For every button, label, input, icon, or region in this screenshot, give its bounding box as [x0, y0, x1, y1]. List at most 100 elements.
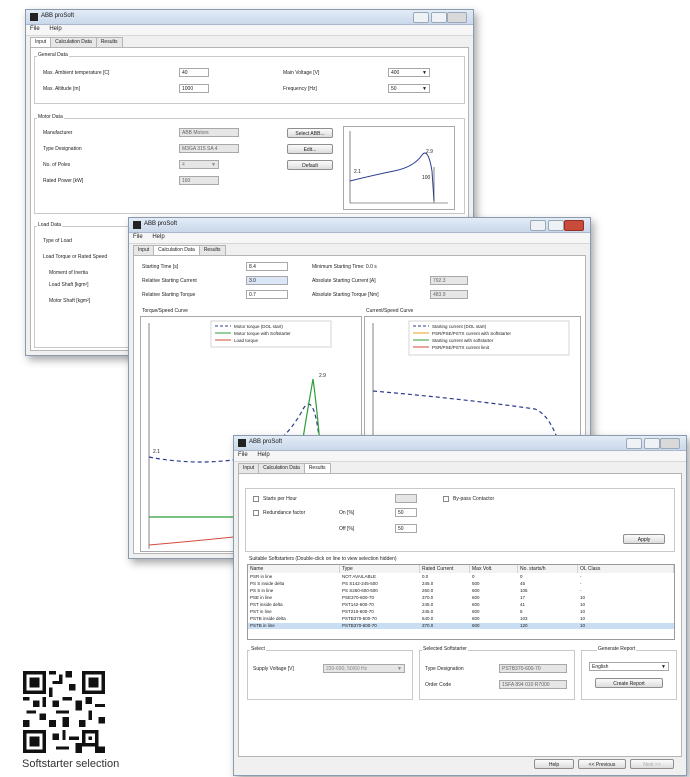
window-title: ABB proSoft [41, 13, 75, 19]
chevron-down-icon: ▼ [422, 86, 427, 92]
poles-select[interactable]: 4 ▼ [179, 160, 219, 169]
tab-strip: Input Calculation Data Results [234, 462, 686, 474]
relative-starting-torque-field[interactable]: 0.7 [246, 290, 288, 299]
close-button[interactable] [447, 12, 467, 23]
legend-current-limit: PSR/PSE/PSTX current limit [432, 345, 490, 350]
help-button[interactable]: Help [534, 759, 574, 769]
app-logo-icon [30, 13, 38, 21]
legend-softstarter-current: Starting current with softstarter [432, 338, 494, 343]
selected-softstarter-label: Selected Softstarter [422, 646, 468, 652]
motor-shaft-label: Motor Shaft [kgm²] [49, 298, 91, 304]
minimize-button[interactable] [413, 12, 429, 23]
menu-file[interactable]: File [129, 233, 147, 241]
menu-bar: File Help [129, 233, 590, 244]
tab-results[interactable]: Results [198, 245, 226, 255]
table-row[interactable]: PSR in line NOT AVAILABLE 0.0 0 0- [248, 574, 674, 580]
table-row[interactable]: PS S inside delta PS S142-245-500 245.0 500… [248, 581, 674, 587]
app-logo-icon [133, 221, 141, 229]
previous-button[interactable]: << Previous [578, 759, 626, 769]
label-21: 2.1 [153, 449, 160, 455]
rated-power-label: Rated Power [kW] [43, 178, 84, 184]
col-name[interactable]: Name [248, 565, 340, 573]
edit-button[interactable]: Edit... [287, 144, 333, 154]
tab-input[interactable]: Input [238, 463, 260, 473]
tab-calculation-data[interactable]: Calculation Data [258, 463, 305, 473]
select-abb-button[interactable]: Select ABB... [287, 128, 333, 138]
supply-voltage-select[interactable]: 220-690, 50/60 Hz ▼ [323, 664, 405, 673]
main-voltage-label: Main Voltage [V] [283, 70, 320, 76]
tab-input[interactable]: Input [133, 245, 155, 255]
minimize-button[interactable] [530, 220, 546, 231]
tab-results[interactable]: Results [95, 37, 123, 47]
absolute-starting-current-label: Absolute Starting Current [A] [312, 278, 376, 284]
bypass-contactor-label: By-pass Contactor [453, 496, 495, 502]
menu-help[interactable]: Help [148, 233, 168, 241]
legend-softstarter: Motor torque with Softstarter [234, 331, 291, 336]
generate-report-label: Generate Report [597, 646, 637, 652]
col-ol-class[interactable]: OL Class [578, 565, 674, 573]
type-designation-label: Type Designation [425, 666, 464, 672]
col-starts-per-hour[interactable]: No. starts/h [518, 565, 578, 573]
menu-file[interactable]: File [26, 25, 44, 33]
softstarter-table[interactable]: Name Type Rated Current Max Volt. No. st… [247, 564, 675, 640]
menu-bar: File Help [26, 25, 473, 36]
language-select[interactable]: English ▼ [589, 662, 669, 671]
menu-help[interactable]: Help [45, 25, 65, 33]
col-type[interactable]: Type [340, 565, 420, 573]
manufacturer-field: ABB Motors [179, 128, 239, 137]
table-row[interactable]: PSE in line PSE370-600-70 370.0 600 17 10 [248, 595, 674, 601]
table-row[interactable]: PST inside delta PST142-600-70 245.0 600 41 1… [248, 602, 674, 608]
max-ambient-input[interactable]: 40 [179, 68, 209, 77]
rated-power-field: 160 [179, 176, 219, 185]
type-of-load-label: Type of Load [43, 238, 72, 244]
main-voltage-select[interactable]: 400 ▼ [388, 68, 430, 77]
type-designation-field: M3GA 315 SA 4 [179, 144, 239, 153]
tab-calculation-data[interactable]: Calculation Data [50, 37, 97, 47]
minimum-starting-time-label: Minimum Starting Time: 0.0 s [312, 264, 377, 270]
chevron-down-icon: ▼ [397, 666, 402, 672]
type-designation-field: PSTB370-600-70 [499, 664, 567, 673]
off-field[interactable]: 50 [395, 524, 417, 533]
menu-help[interactable]: Help [253, 451, 273, 459]
next-button[interactable]: Next >> [630, 759, 674, 769]
starting-time-field[interactable]: 8.4 [246, 262, 288, 271]
max-altitude-label: Max. Altitude [m] [43, 86, 80, 92]
table-row[interactable]: PSTB inside delta PSTB370-600-70 640.0 600 1… [248, 616, 674, 622]
bypass-contactor-checkbox[interactable] [443, 496, 449, 502]
window-title: ABB proSoft [249, 439, 283, 445]
table-row[interactable]: PS S in line PS S260-600-500 260.0 600 105- [248, 588, 674, 594]
apply-button[interactable]: Apply [623, 534, 665, 544]
frequency-select[interactable]: 50 ▼ [388, 84, 430, 93]
default-button[interactable]: Default [287, 160, 333, 170]
close-button[interactable] [660, 438, 680, 449]
maximize-button[interactable] [548, 220, 564, 231]
order-code-field: 1SFA 894 010 R7000 [499, 680, 567, 689]
relative-starting-current-field[interactable]: 3.0 [246, 276, 288, 285]
minimize-button[interactable] [626, 438, 642, 449]
table-row-selected[interactable]: PSTB in line PSTB370-600-70 370.0 600 120 10 [248, 623, 674, 629]
window-title: ABB proSoft [144, 221, 178, 227]
close-button[interactable] [564, 220, 584, 231]
title-bar: ABB proSoft [129, 218, 590, 233]
max-altitude-input[interactable]: 1000 [179, 84, 209, 93]
title-bar: ABB proSoft [234, 436, 686, 451]
create-report-button[interactable]: Create Report [595, 678, 663, 688]
select-group [247, 650, 413, 700]
tab-strip: Input Calculation Data Results [26, 36, 473, 48]
select-group-label: Select [250, 646, 266, 652]
starts-per-hour-checkbox[interactable] [253, 496, 259, 502]
maximize-button[interactable] [431, 12, 447, 23]
absolute-starting-torque-label: Absolute Starting Torque [Nm] [312, 292, 379, 298]
redundance-checkbox[interactable] [253, 510, 259, 516]
absolute-starting-torque-field: 483.9 [430, 290, 468, 299]
col-max-volt[interactable]: Max Volt. [470, 565, 518, 573]
menu-file[interactable]: File [234, 451, 252, 459]
relative-starting-current-label: Relative Starting Current [142, 278, 197, 284]
col-rated-current[interactable]: Rated Current [420, 565, 470, 573]
motor-curve-chart: 2.1 2.9 100 [343, 126, 455, 210]
starting-time-label: Starting Time [s] [142, 264, 179, 270]
table-row[interactable]: PST in line PST210-600-70 245.0 600 5 10 [248, 609, 674, 615]
on-field[interactable]: 50 [395, 508, 417, 517]
poles-label: No. of Poles [43, 162, 71, 168]
maximize-button[interactable] [644, 438, 660, 449]
